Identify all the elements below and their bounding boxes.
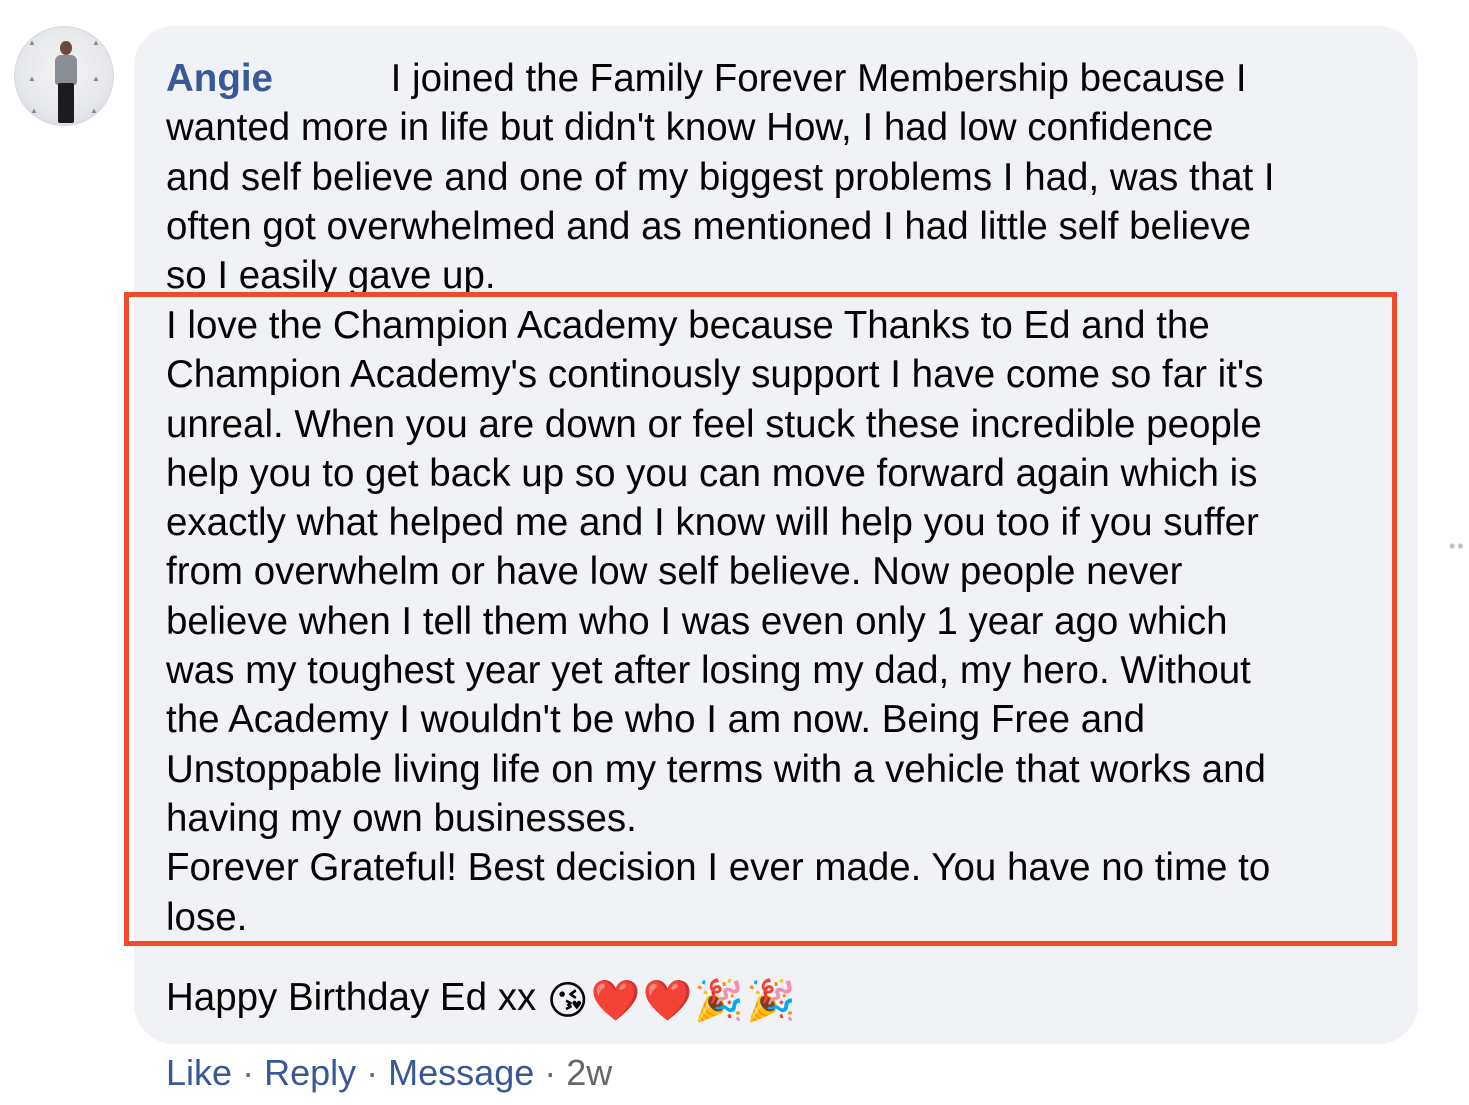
more-options-icon[interactable]: •• <box>1449 536 1466 557</box>
comment-line: I joined the Family Forever Membership b… <box>390 57 1247 100</box>
avatar-figure-head <box>60 41 72 55</box>
highlight-annotation-box <box>124 292 1397 946</box>
comment-timestamp[interactable]: 2w <box>566 1052 612 1093</box>
closing-text: Happy Birthday Ed xx <box>166 976 537 1019</box>
red-heart-icon: ❤️ <box>590 979 641 1023</box>
reply-link[interactable]: Reply <box>264 1052 356 1093</box>
comment-closing: Happy Birthday Ed xx 😘❤️❤️🎉🎉 <box>166 973 798 1026</box>
backdrop-logo-icon: ▲ <box>90 106 98 115</box>
separator: · <box>366 1052 379 1093</box>
separator: · <box>242 1052 255 1093</box>
party-popper-icon: 🎉 <box>746 979 796 1023</box>
separator: · <box>544 1052 557 1093</box>
comment-line: so I easily gave up. <box>166 254 496 298</box>
author-spacer <box>273 57 391 100</box>
backdrop-logo-icon: ▲ <box>28 38 36 47</box>
comment-line: wanted more in life but didn't know How,… <box>166 106 1214 150</box>
comment-author-name[interactable]: Angie <box>166 57 273 100</box>
avatar-figure-legs <box>58 83 74 123</box>
backdrop-logo-icon: ▲ <box>92 74 100 83</box>
backdrop-logo-icon: ▲ <box>30 106 38 115</box>
avatar[interactable]: ▲ ▲ ▲ ▲ ▲ ▲ <box>14 26 114 126</box>
kissing-face-icon: 😘 <box>546 979 589 1023</box>
comment-actions: Like · Reply · Message · 2w <box>166 1050 612 1096</box>
message-link[interactable]: Message <box>388 1052 534 1093</box>
party-popper-icon: 🎉 <box>694 979 745 1023</box>
red-heart-icon: ❤️ <box>642 979 693 1023</box>
backdrop-logo-icon: ▲ <box>92 38 100 47</box>
comment-screenshot: ▲ ▲ ▲ ▲ ▲ ▲ Angie I joined the Family Fo… <box>0 0 1469 1105</box>
comment-line: and self believe and one of my biggest p… <box>166 155 1275 199</box>
comment-line: often got overwhelmed and as mentioned I… <box>166 204 1252 248</box>
avatar-figure-body <box>55 55 77 85</box>
backdrop-logo-icon: ▲ <box>28 74 36 83</box>
like-link[interactable]: Like <box>166 1052 232 1093</box>
comment-paragraph-1: Angie I joined the Family Forever Member… <box>166 54 1275 300</box>
